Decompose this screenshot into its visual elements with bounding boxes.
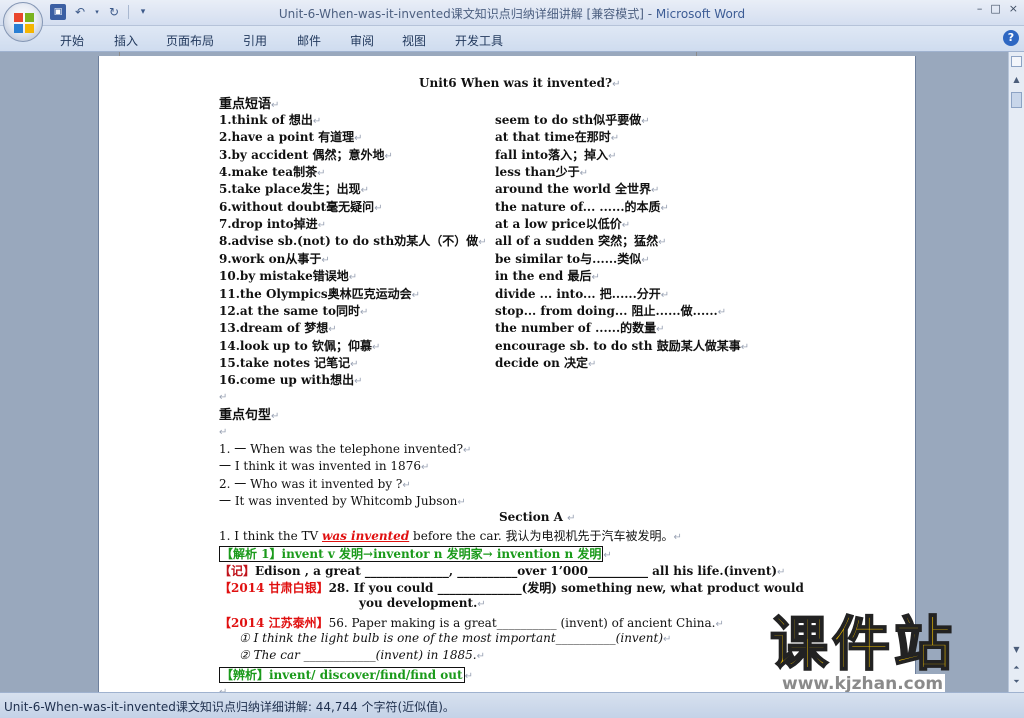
- sentence-item: 一 It was invented by Whitcomb Jubson↵: [219, 493, 466, 508]
- document-name: Unit-6-When-was-it-invented课文知识点归纳详细讲解 […: [278, 7, 656, 21]
- vertical-scrollbar[interactable]: ▲ ▼ ⏶ ⏷: [1008, 52, 1024, 692]
- phrase-right-item: the number of ......的数量↵: [495, 321, 665, 336]
- phrase-left-item: 1.think of 想出↵: [219, 113, 322, 127]
- watermark-text: 课件站: [769, 610, 957, 678]
- office-logo-icon: [14, 13, 34, 33]
- section-a-heading: Section A ↵: [499, 510, 576, 524]
- phrase-left-item: 8.advise sb.(not) to do sth劝某人（不）做↵: [219, 234, 487, 249]
- tab-mailings[interactable]: 邮件: [297, 32, 321, 49]
- tab-page-layout[interactable]: 页面布局: [166, 32, 214, 49]
- phrase-left-item: 12.at the same to同时↵: [219, 303, 369, 318]
- previous-page-icon[interactable]: ⏶: [1011, 662, 1022, 673]
- phrase-right-item: stop... from doing... 阻止......做......↵: [495, 303, 727, 318]
- document-area: Unit6 When was it invented?↵ 重点短语↵ 1.thi…: [0, 52, 1008, 692]
- phrase-left-item: 9.work on从事于↵: [219, 251, 330, 266]
- phrase-left-item: 2.have a point 有道理↵: [219, 130, 363, 145]
- phrase-right-item: decide on 决定↵: [495, 355, 597, 370]
- phrase-right-item: divide ... into... 把......分开↵: [495, 286, 670, 301]
- analysis-1: 【解析 1】invent v 发明→inventor n 发明家→ invent…: [219, 546, 612, 562]
- title-bar: ▣ ↶ ▾ ↻ ▾ Unit-6-When-was-it-invented课文知…: [0, 0, 1024, 26]
- help-icon[interactable]: ?: [1003, 30, 1019, 46]
- phrase-right-item: seem to do sth似乎要做↵: [495, 113, 650, 127]
- memo-line: 【记】Edison , a great ______________, ____…: [219, 564, 786, 578]
- status-bar: Unit-6-When-was-it-invented课文知识点归纳详细讲解: …: [0, 692, 1024, 718]
- phrase-left-item: 15.take notes 记笔记↵: [219, 355, 359, 370]
- office-button[interactable]: [3, 2, 43, 42]
- phrase-left-item: 14.look up to 钦佩；仰慕↵: [219, 338, 381, 353]
- phrase-right-item: at a low price以低价↵: [495, 217, 631, 232]
- phrase-left-item: 11.the Olympics奥林匹克运动会↵: [219, 286, 421, 301]
- phrase-left-item: 3.by accident 偶然；意外地↵: [219, 147, 393, 162]
- ribbon-tabs: 开始 插入 页面布局 引用 邮件 审阅 视图 开发工具 ?: [0, 26, 1024, 52]
- heading-key-sentences: 重点句型↵: [219, 408, 280, 423]
- watermark-logo: 课件站 www.kjzhan.com: [769, 610, 1010, 694]
- phrase-left-item: 7.drop into掉进↵: [219, 217, 327, 232]
- window-title: Unit-6-When-was-it-invented课文知识点归纳详细讲解 […: [0, 5, 1024, 22]
- phrase-left-item: 5.take place发生；出现↵: [219, 182, 370, 197]
- phrase-right-item: less than少于↵: [495, 165, 589, 180]
- phrase-right-item: all of a sudden 突然；猛然↵: [495, 234, 667, 249]
- example-sentence-1: 1. I think the TV was invented before th…: [219, 529, 682, 543]
- sentence-item: 一 I think it was invented in 1876↵: [219, 459, 430, 474]
- highlight-was-invented: was invented: [321, 529, 410, 543]
- phrase-right-item: fall into落入；掉入↵: [495, 147, 617, 162]
- phrase-right-item: encourage sb. to do sth 鼓励某人做某事↵: [495, 338, 750, 353]
- app-name: Microsoft Word: [655, 7, 746, 21]
- next-page-icon[interactable]: ⏷: [1011, 676, 1022, 687]
- phrase-left-item: 13.dream of 梦想↵: [219, 321, 337, 336]
- tab-developer[interactable]: 开发工具: [455, 32, 503, 49]
- scroll-up-icon[interactable]: ▲: [1011, 74, 1022, 85]
- tab-review[interactable]: 审阅: [350, 32, 374, 49]
- phrase-left-item: 16.come up with想出↵: [219, 373, 363, 388]
- exam-gansu: 【2014 甘肃白银】28. If you could ____________…: [219, 581, 804, 595]
- phrase-right-item: be similar to与......类似↵: [495, 251, 650, 266]
- blank-line: ↵: [219, 392, 228, 403]
- distinguish-line: 【辨析】invent/ discover/find/find out ↵: [219, 667, 473, 683]
- phrase-right-item: the nature of... ......的本质↵: [495, 199, 669, 214]
- tab-insert[interactable]: 插入: [114, 32, 138, 49]
- scroll-thumb[interactable]: [1011, 92, 1022, 108]
- phrase-right-item: at that time在那时↵: [495, 130, 620, 145]
- tab-home[interactable]: 开始: [60, 32, 84, 49]
- watermark-url: www.kjzhan.com: [780, 674, 946, 694]
- phrase-left-item: 4.make tea制茶↵: [219, 165, 326, 180]
- blank-line: ↵: [219, 684, 227, 692]
- phrase-left-item: 6.without doubt毫无疑问↵: [219, 199, 383, 214]
- close-icon[interactable]: ×: [1009, 2, 1018, 15]
- phrase-left-item: 10.by mistake错误地↵: [219, 269, 358, 284]
- sentence-item: 2. 一 Who was it invented by ?↵: [219, 476, 411, 491]
- ruler-toggle-icon[interactable]: [1011, 56, 1022, 67]
- scroll-down-icon[interactable]: ▼: [1011, 644, 1022, 655]
- document-page[interactable]: Unit6 When was it invented?↵ 重点短语↵ 1.thi…: [98, 56, 916, 692]
- exercise-item-1: ① I think the light bulb is one of the m…: [239, 631, 672, 645]
- exam-jiangsu: 【2014 江苏泰州】56. Paper making is a great__…: [219, 616, 724, 630]
- heading-key-phrases: 重点短语↵: [219, 97, 280, 112]
- window-controls: – □ ×: [977, 2, 1018, 15]
- doc-title: Unit6 When was it invented?↵: [419, 76, 621, 90]
- sentence-item: 1. 一 When was the telephone invented?↵: [219, 442, 472, 456]
- phrase-right-item: in the end 最后↵: [495, 269, 600, 284]
- exercise-item-2: ② The car ____________(invent) in 1885.↵: [239, 648, 485, 662]
- restore-icon[interactable]: □: [990, 2, 1000, 15]
- phrase-right-item: around the world 全世界↵: [495, 182, 660, 197]
- tab-view[interactable]: 视图: [402, 32, 426, 49]
- status-text: Unit-6-When-was-it-invented课文知识点归纳详细讲解: …: [4, 700, 455, 714]
- exam-gansu-cont: you development.↵: [359, 596, 486, 610]
- blank-line: ↵: [219, 427, 228, 438]
- minimize-icon[interactable]: –: [977, 2, 983, 15]
- tab-references[interactable]: 引用: [243, 32, 267, 49]
